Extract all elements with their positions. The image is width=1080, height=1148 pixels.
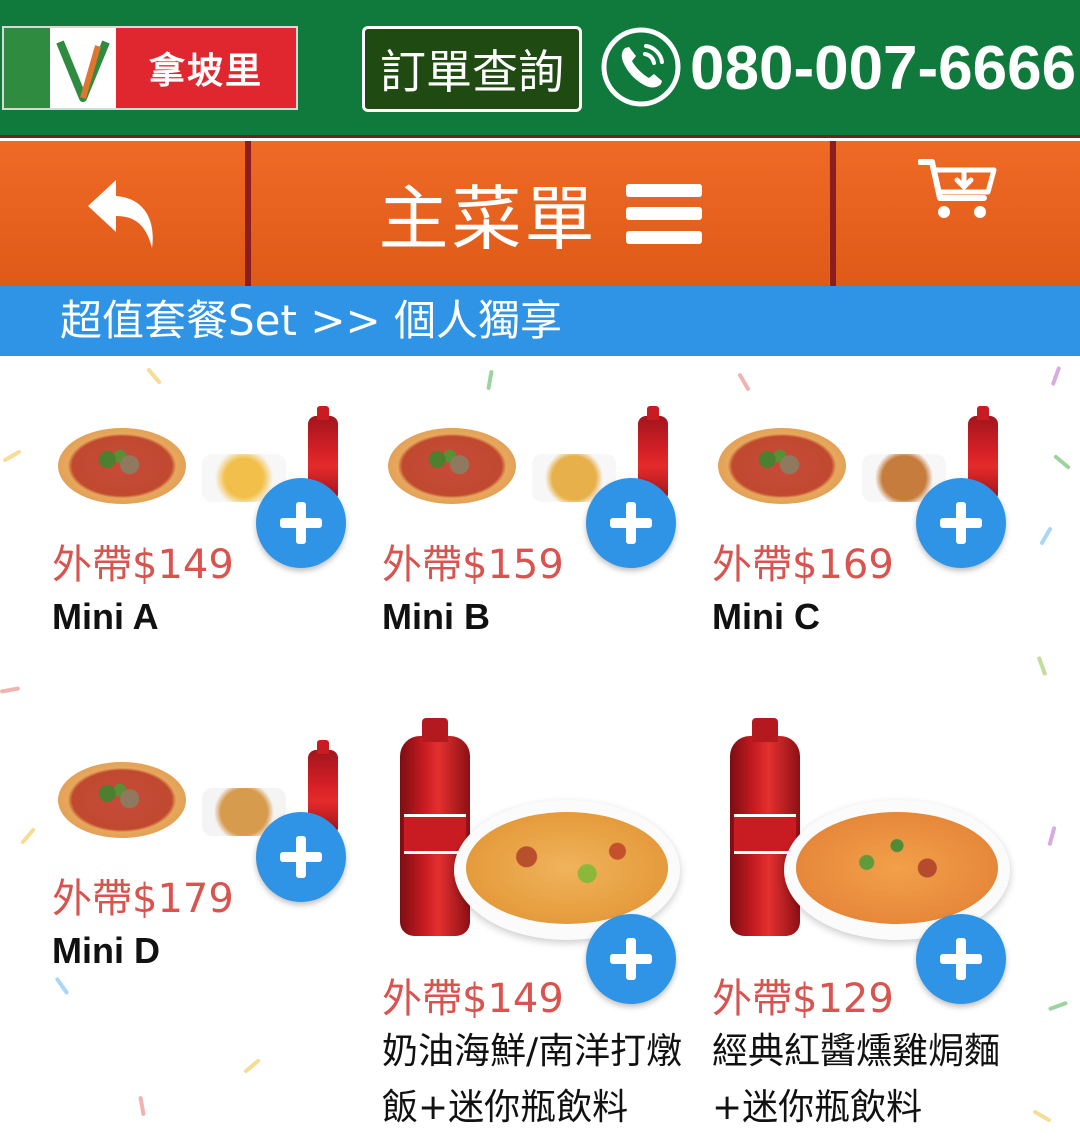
- product-card[interactable]: 外帶$179 Mini D: [52, 740, 372, 988]
- confetti-decoration: [1047, 825, 1057, 847]
- brand-logo[interactable]: 拿坡里: [2, 26, 298, 110]
- item-name[interactable]: 經典紅醬燻雞焗麵+迷你瓶飲料: [712, 1024, 1030, 1136]
- item-price: 外帶$169: [712, 542, 894, 588]
- pizza-image: [388, 428, 516, 504]
- item-price: 外帶$179: [52, 876, 234, 922]
- main-menu-button[interactable]: 主菜單: [251, 141, 829, 286]
- hamburger-icon: [625, 183, 702, 244]
- logo-flag-stripe: [4, 28, 50, 108]
- logo-name: 拿坡里: [116, 28, 296, 108]
- product-card[interactable]: 外帶$149 奶油海鮮/南洋打燉飯+迷你瓶飲料: [382, 718, 702, 1148]
- confetti-decoration: [146, 367, 162, 385]
- product-card[interactable]: 外帶$149 Mini A: [52, 406, 372, 654]
- confetti-decoration: [0, 686, 21, 694]
- item-price: 外帶$149: [52, 542, 234, 588]
- add-to-cart-button[interactable]: [916, 478, 1006, 568]
- product-card[interactable]: 外帶$159 Mini B: [382, 406, 702, 654]
- item-name[interactable]: Mini D: [52, 930, 160, 972]
- product-card[interactable]: 外帶$129 經典紅醬燻雞焗麵+迷你瓶飲料: [712, 718, 1032, 1148]
- pizza-image: [718, 428, 846, 504]
- breadcrumb: 超值套餐Set >> 個人獨享: [0, 286, 1080, 356]
- confetti-decoration: [486, 369, 494, 391]
- product-grid: 外帶$149 Mini A 外帶$159 Mini B 外帶$169 Mini …: [0, 356, 1080, 1148]
- item-name[interactable]: Mini B: [382, 596, 490, 638]
- back-button[interactable]: [0, 141, 245, 286]
- item-name[interactable]: Mini A: [52, 596, 159, 638]
- back-arrow-icon: [87, 179, 153, 248]
- product-card[interactable]: 外帶$169 Mini C: [712, 406, 1032, 654]
- nav-bar: 主菜單: [0, 141, 1080, 286]
- item-price: 外帶$159: [382, 542, 564, 588]
- confetti-decoration: [1053, 454, 1071, 470]
- pizza-image: [58, 762, 186, 838]
- top-bar: 拿坡里 訂單查詢 080-007-6666: [0, 0, 1080, 138]
- add-to-cart-button[interactable]: [256, 478, 346, 568]
- confetti-decoration: [737, 372, 751, 392]
- phone-number[interactable]: 080-007-6666: [690, 30, 1076, 108]
- add-to-cart-button[interactable]: [916, 914, 1006, 1004]
- confetti-decoration: [1047, 1000, 1069, 1012]
- phone-icon[interactable]: [600, 26, 682, 108]
- cart-button[interactable]: [836, 141, 1080, 286]
- add-to-cart-button[interactable]: [586, 914, 676, 1004]
- item-name[interactable]: 奶油海鮮/南洋打燉飯+迷你瓶飲料: [382, 1024, 700, 1136]
- item-name[interactable]: Mini C: [712, 596, 820, 638]
- confetti-decoration: [243, 1058, 261, 1074]
- item-price: 外帶$149: [382, 976, 564, 1022]
- pizza-image: [58, 428, 186, 504]
- confetti-decoration: [1032, 1109, 1052, 1123]
- cola-bottle-image: [400, 718, 470, 936]
- confetti-decoration: [2, 449, 22, 463]
- add-to-cart-button[interactable]: [256, 812, 346, 902]
- order-query-button[interactable]: 訂單查詢: [362, 26, 582, 112]
- shopping-cart-icon: [918, 158, 997, 218]
- main-menu-title: 主菜單: [378, 178, 598, 260]
- confetti-decoration: [138, 1095, 146, 1117]
- add-to-cart-button[interactable]: [586, 478, 676, 568]
- confetti-decoration: [1050, 365, 1062, 387]
- confetti-decoration: [20, 827, 36, 845]
- confetti-decoration: [1039, 526, 1053, 546]
- cola-bottle-image: [730, 718, 800, 936]
- logo-v-mark-icon: [50, 28, 116, 108]
- confetti-decoration: [1036, 655, 1048, 677]
- item-price: 外帶$129: [712, 976, 894, 1022]
